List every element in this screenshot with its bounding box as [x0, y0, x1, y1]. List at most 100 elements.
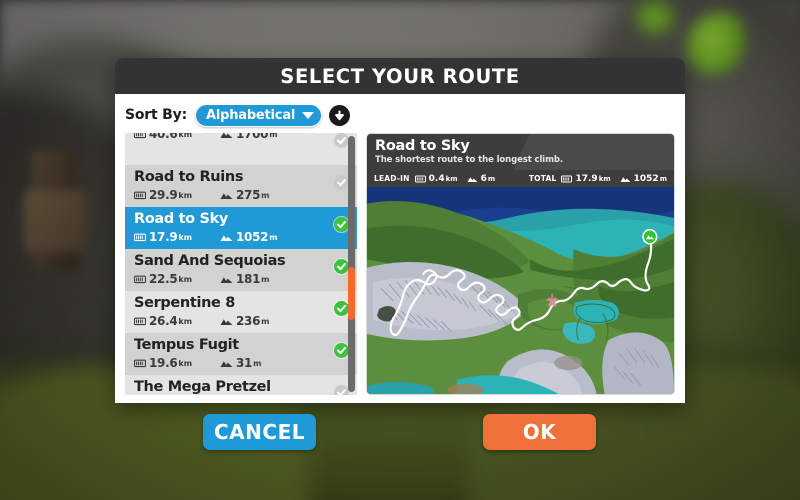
route-item-distance: 29.9 km — [134, 188, 220, 203]
elevation-icon — [220, 359, 233, 368]
route-list-item[interactable]: Tempus Fugit 19.6 km 31 m — [125, 333, 357, 375]
route-item-distance: 17.9 km — [134, 230, 220, 245]
route-list-item[interactable]: Road to Ruins 29.9 km 275 m — [125, 165, 357, 207]
scrollbar-thumb[interactable] — [348, 266, 355, 321]
total-elevation-value: 1052 — [633, 173, 659, 184]
route-stats-bar: LEAD-IN 0.4 km 6 m TOTAL 17.9 km 1052 m — [367, 170, 674, 187]
route-item-elevation: 31 m — [220, 356, 261, 371]
elevation-icon — [220, 191, 233, 200]
dialog-body: Sort By: Alphabetical 40.6 km 1700 m Road to… — [115, 94, 685, 403]
route-item-stats: 17.9 km 1052 m — [134, 230, 349, 245]
cancel-button[interactable]: CANCEL — [203, 414, 316, 450]
route-item-stats: 29.9 km 275 m — [134, 188, 349, 203]
total-distance-unit: km — [598, 174, 611, 183]
route-start-icon — [642, 228, 658, 245]
route-item-elevation-unit: m — [261, 191, 270, 200]
route-selection-dialog: SELECT YOUR ROUTE Sort By: Alphabetical … — [115, 58, 685, 403]
lead-in-elevation: 6m — [467, 173, 496, 184]
route-item-distance: 26.4 km — [134, 314, 220, 329]
route-detail-title: Road to Sky — [375, 138, 470, 154]
sort-by-dropdown[interactable]: Alphabetical — [194, 103, 323, 127]
ok-button[interactable]: OK — [483, 414, 596, 450]
route-detail-panel: Road to Sky The shortest route to the lo… — [366, 133, 675, 395]
route-item-elevation: 181 m — [220, 272, 270, 287]
route-item-distance-unit: km — [178, 233, 193, 242]
route-item-name: Sand And Sequoias — [134, 253, 286, 269]
route-map[interactable] — [367, 187, 674, 394]
route-item-elevation-unit: m — [261, 275, 270, 284]
route-item-elevation-value: 181 — [236, 272, 261, 286]
lead-in-distance: 0.4 km — [414, 173, 458, 184]
route-item-distance-value: 22.5 — [149, 272, 178, 286]
route-item-distance-value: 26.4 — [149, 314, 178, 328]
elevation-icon — [467, 175, 478, 183]
distance-icon — [414, 175, 426, 183]
route-item-elevation-unit: m — [269, 233, 278, 242]
lead-in-label: LEAD-IN — [374, 174, 410, 183]
route-item-elevation-unit: m — [253, 359, 262, 368]
route-item-distance-value: 17.9 — [149, 230, 178, 244]
route-item-distance-unit: km — [178, 191, 193, 200]
total-distance-value: 17.9 — [575, 173, 598, 184]
route-list-item[interactable]: The Mega Pretzel107km1638m — [125, 375, 357, 395]
route-item-distance: 22.5 km — [134, 272, 220, 287]
dialog-content: 40.6 km 1700 m Road to Ruins 29.9 km 275 m Road t… — [125, 133, 675, 395]
route-item-distance: 40.6 km — [134, 133, 220, 142]
route-list-item[interactable]: 40.6 km 1700 m — [125, 133, 357, 165]
distance-icon — [134, 133, 146, 139]
distance-icon — [134, 191, 146, 200]
route-item-elevation: 236 m — [220, 314, 270, 329]
chevron-down-icon — [302, 111, 315, 119]
route-item-distance-value: 29.9 — [149, 188, 178, 202]
route-item-distance-value: 40.6 — [149, 133, 178, 141]
route-item-stats: 19.6 km 31 m — [134, 356, 349, 371]
route-completed-badge — [334, 343, 349, 358]
route-list-item[interactable]: Sand And Sequoias 22.5 km 181 m — [125, 249, 357, 291]
elevation-icon — [220, 133, 233, 139]
route-item-elevation: 1700 m — [220, 133, 278, 142]
distance-icon — [134, 359, 146, 368]
route-item-elevation-value: 1700 — [236, 133, 269, 141]
elevation-icon — [220, 233, 233, 242]
lead-in-distance-value: 0.4 — [428, 173, 445, 184]
route-list-item[interactable]: Road to Sky 17.9 km 1052 m — [125, 207, 357, 249]
sort-controls: Sort By: Alphabetical — [125, 103, 675, 127]
route-item-elevation: 275 m — [220, 188, 270, 203]
route-completed-badge — [334, 301, 349, 316]
route-item-elevation: 1052 m — [220, 230, 278, 245]
lead-in-elevation-value: 6 — [480, 173, 487, 184]
elevation-icon — [220, 317, 233, 326]
route-item-elevation-value: 236 — [236, 314, 261, 328]
route-list[interactable]: 40.6 km 1700 m Road to Ruins 29.9 km 275 m Road t… — [125, 133, 357, 395]
total-stats: TOTAL 17.9 km 1052 m — [529, 174, 667, 184]
route-item-stats: 40.6 km 1700 m — [134, 133, 349, 142]
sort-by-label: Sort By: — [125, 107, 187, 123]
route-list-scrollbar[interactable] — [348, 136, 355, 392]
dialog-footer: CANCEL OK — [115, 410, 685, 454]
distance-icon — [561, 175, 573, 183]
distance-icon — [134, 275, 146, 284]
route-item-name: Tempus Fugit — [134, 337, 239, 353]
route-item-name: The Mega Pretzel — [134, 379, 271, 395]
sort-direction-button[interactable] — [329, 104, 351, 126]
lead-in-distance-unit: km — [445, 174, 458, 183]
route-item-elevation-unit: m — [269, 133, 278, 139]
route-list-rows: 40.6 km 1700 m Road to Ruins 29.9 km 275 m Road t… — [125, 133, 357, 395]
lead-in-elevation-unit: m — [487, 174, 496, 183]
dialog-titlebar: SELECT YOUR ROUTE — [115, 58, 685, 94]
dialog-title: SELECT YOUR ROUTE — [280, 64, 520, 88]
route-item-name: Road to Ruins — [134, 169, 244, 185]
route-item-elevation-value: 275 — [236, 188, 261, 202]
elevation-icon — [220, 275, 233, 284]
total-elevation-unit: m — [659, 174, 667, 183]
route-item-distance-unit: km — [178, 317, 193, 326]
arrow-down-icon — [335, 110, 345, 120]
route-list-item[interactable]: Serpentine 8 26.4 km 236 m — [125, 291, 357, 333]
route-item-distance-unit: km — [178, 133, 193, 139]
lead-in-stats: LEAD-IN 0.4 km 6 m — [374, 174, 495, 184]
route-detail-subtitle: The shortest route to the longest climb. — [375, 155, 563, 165]
route-incomplete-badge — [334, 175, 349, 190]
distance-icon — [134, 233, 146, 242]
route-item-elevation-value: 1052 — [236, 230, 269, 244]
sort-by-value: Alphabetical — [205, 107, 296, 123]
